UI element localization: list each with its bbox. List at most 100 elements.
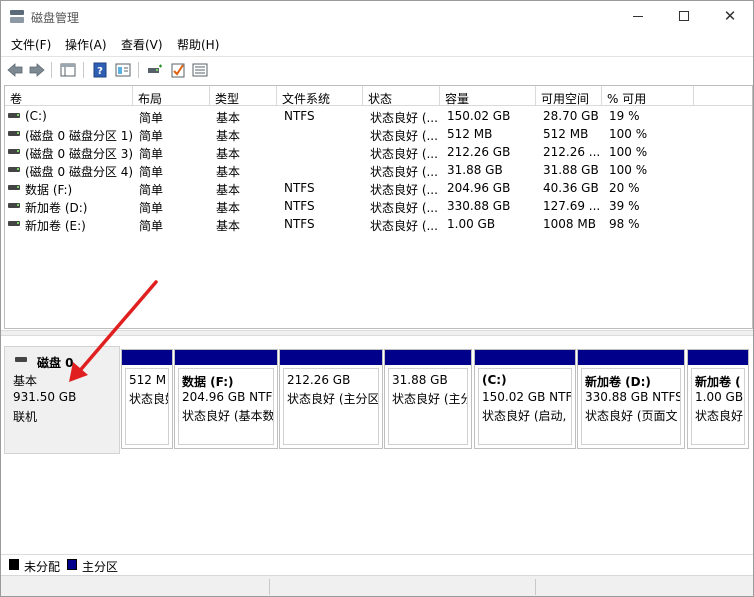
table-cell: (磁盘 0 磁盘分区 4) — [25, 165, 133, 179]
table-row[interactable]: 新加卷 (D:) 简单 基本 NTFS 状态良好 (... 330.88 GB 127.69… — [5, 197, 752, 215]
column-header-layout[interactable]: 布局 — [133, 86, 210, 106]
menu-action[interactable]: 操作(A) — [65, 36, 107, 53]
disk-management-window: 磁盘管理 ✕ 文件(F) 操作(A) 查看(V) 帮助(H) ? 卷 布局 类型… — [0, 0, 754, 597]
list-view-button[interactable] — [191, 61, 209, 78]
back-arrow-icon — [7, 62, 23, 77]
primary-partition-bar — [280, 350, 382, 365]
table-cell: 100 % — [609, 127, 648, 141]
column-header-status[interactable]: 状态 — [363, 86, 440, 106]
partition-block[interactable]: 新加卷 (D:) 330.88 GB NTFS 状态良好 (页面文 — [577, 349, 685, 449]
properties-button[interactable] — [114, 61, 132, 78]
table-row[interactable]: 数据 (F:) 简单 基本 NTFS 状态良好 (... 204.96 GB 40.36 G… — [5, 179, 752, 197]
partition-size: 204.96 GB NTFS — [182, 390, 274, 404]
list-view-icon — [192, 63, 208, 76]
table-row[interactable]: 新加卷 (E:) 简单 基本 NTFS 状态良好 (... 1.00 GB 1008 MB 9… — [5, 215, 752, 233]
table-cell: 1.00 GB — [447, 217, 496, 231]
partition-size: 512 M — [129, 373, 167, 387]
partition-status: 状态良好 (页面文 — [585, 409, 678, 423]
partition-block[interactable]: (C:) 150.02 GB NTF 状态良好 (启动, — [474, 349, 576, 449]
table-cell: 简单 — [139, 183, 164, 197]
table-cell: 简单 — [139, 201, 164, 215]
console-tree-button[interactable] — [59, 61, 77, 78]
check-button[interactable] — [169, 61, 187, 78]
back-button[interactable] — [6, 61, 24, 78]
table-cell: 512 MB — [447, 127, 493, 141]
table-row[interactable]: (磁盘 0 磁盘分区 4) 简单 基本 状态良好 (... 31.88 GB 31.88 … — [5, 161, 752, 179]
table-cell: (磁盘 0 磁盘分区 1) — [25, 129, 133, 143]
table-cell: 基本 — [216, 183, 241, 197]
volume-icon — [8, 131, 20, 136]
table-row[interactable]: (磁盘 0 磁盘分区 1) 简单 基本 状态良好 (... 512 MB 512 MB 10… — [5, 125, 752, 143]
volume-icon — [8, 149, 20, 154]
table-cell: (磁盘 0 磁盘分区 3) — [25, 147, 133, 161]
table-cell: 简单 — [139, 219, 164, 233]
partition-status: 状态良好 (主分区 — [287, 392, 379, 406]
column-header-volume[interactable]: 卷 — [5, 86, 133, 106]
column-header-percent-free[interactable]: % 可用 — [602, 86, 694, 106]
table-cell: 19 % — [609, 109, 640, 123]
toolbar: ? — [1, 56, 753, 82]
partition-block[interactable]: 新加卷 ( 1.00 GB 状态良好 — [687, 349, 749, 449]
maximize-icon — [679, 11, 689, 21]
partition-title: (C:) — [482, 373, 507, 387]
console-tree-icon — [60, 63, 76, 76]
partition-size: 1.00 GB — [695, 390, 744, 404]
partition-block[interactable]: 512 M 状态良好 — [121, 349, 173, 449]
table-cell: 状态良好 (... — [370, 147, 438, 161]
disk-management-app-icon — [10, 10, 24, 23]
column-header-filesystem[interactable]: 文件系统 — [277, 86, 363, 106]
partition-block[interactable]: 212.26 GB 状态良好 (主分区 — [279, 349, 383, 449]
table-cell: 150.02 GB — [447, 109, 511, 123]
volume-rows: (C:) 简单 基本 NTFS 状态良好 (... 150.02 GB 28.70 GB 19… — [5, 107, 752, 233]
table-cell: 20 % — [609, 181, 640, 195]
table-cell: 212.26 ... — [543, 145, 601, 159]
table-cell: NTFS — [284, 181, 315, 195]
partition-block[interactable]: 31.88 GB 状态良好 (主分 — [384, 349, 472, 449]
table-cell: 基本 — [216, 219, 241, 233]
table-cell: 1008 MB — [543, 217, 596, 231]
partition-block[interactable]: 数据 (F:) 204.96 GB NTFS 状态良好 (基本数 — [174, 349, 278, 449]
unallocated-swatch — [9, 559, 19, 570]
partition-size: 330.88 GB NTFS — [585, 390, 681, 404]
partition-status: 状态良好 — [695, 409, 744, 423]
table-cell: 98 % — [609, 217, 640, 231]
svg-text:?: ? — [97, 66, 103, 77]
volume-icon — [8, 113, 20, 118]
volume-list[interactable]: 卷 布局 类型 文件系统 状态 容量 可用空间 % 可用 (C:) 简单 基本 NTF… — [4, 85, 753, 329]
table-row[interactable]: (磁盘 0 磁盘分区 3) 简单 基本 状态良好 (... 212.26 GB 212.2… — [5, 143, 752, 161]
properties-icon — [115, 63, 131, 76]
primary-partition-bar — [475, 350, 575, 365]
primary-partition-bar — [578, 350, 684, 365]
menu-file[interactable]: 文件(F) — [11, 36, 51, 53]
minimize-button[interactable] — [615, 1, 661, 31]
volume-list-header: 卷 布局 类型 文件系统 状态 容量 可用空间 % 可用 — [5, 86, 752, 106]
table-cell: 简单 — [139, 129, 164, 143]
table-row[interactable]: (C:) 简单 基本 NTFS 状态良好 (... 150.02 GB 28.70 GB 19… — [5, 107, 752, 125]
close-button[interactable]: ✕ — [707, 1, 753, 31]
column-header-type[interactable]: 类型 — [210, 86, 277, 106]
table-cell: 基本 — [216, 147, 241, 161]
menu-help[interactable]: 帮助(H) — [177, 36, 219, 53]
column-header-capacity[interactable]: 容量 — [440, 86, 536, 106]
disk-0-info[interactable]: 磁盘 0 基本 931.50 GB 联机 — [4, 346, 120, 454]
primary-partition-bar — [175, 350, 277, 365]
maximize-button[interactable] — [661, 1, 707, 31]
table-cell: NTFS — [284, 199, 315, 213]
forward-button[interactable] — [28, 61, 46, 78]
menu-bar: 文件(F) 操作(A) 查看(V) 帮助(H) — [1, 33, 753, 55]
table-cell: 31.88 GB — [447, 163, 503, 177]
column-header-free-space[interactable]: 可用空间 — [536, 86, 602, 106]
help-button[interactable]: ? — [91, 61, 109, 78]
primary-partition-bar — [385, 350, 471, 365]
pane-splitter[interactable] — [1, 330, 753, 336]
table-cell: NTFS — [284, 217, 315, 231]
window-title: 磁盘管理 — [31, 11, 80, 25]
disk-graphical-view: 磁盘 0 基本 931.50 GB 联机 512 M 状态良好 数据 (F:) … — [4, 338, 753, 554]
connect-disk-button[interactable] — [146, 61, 164, 78]
close-icon: ✕ — [723, 6, 737, 25]
table-cell: 基本 — [216, 111, 241, 125]
legend-unallocated: 未分配 — [24, 560, 61, 574]
menu-view[interactable]: 查看(V) — [121, 36, 163, 53]
check-icon — [171, 63, 185, 77]
minimize-icon — [633, 15, 643, 17]
